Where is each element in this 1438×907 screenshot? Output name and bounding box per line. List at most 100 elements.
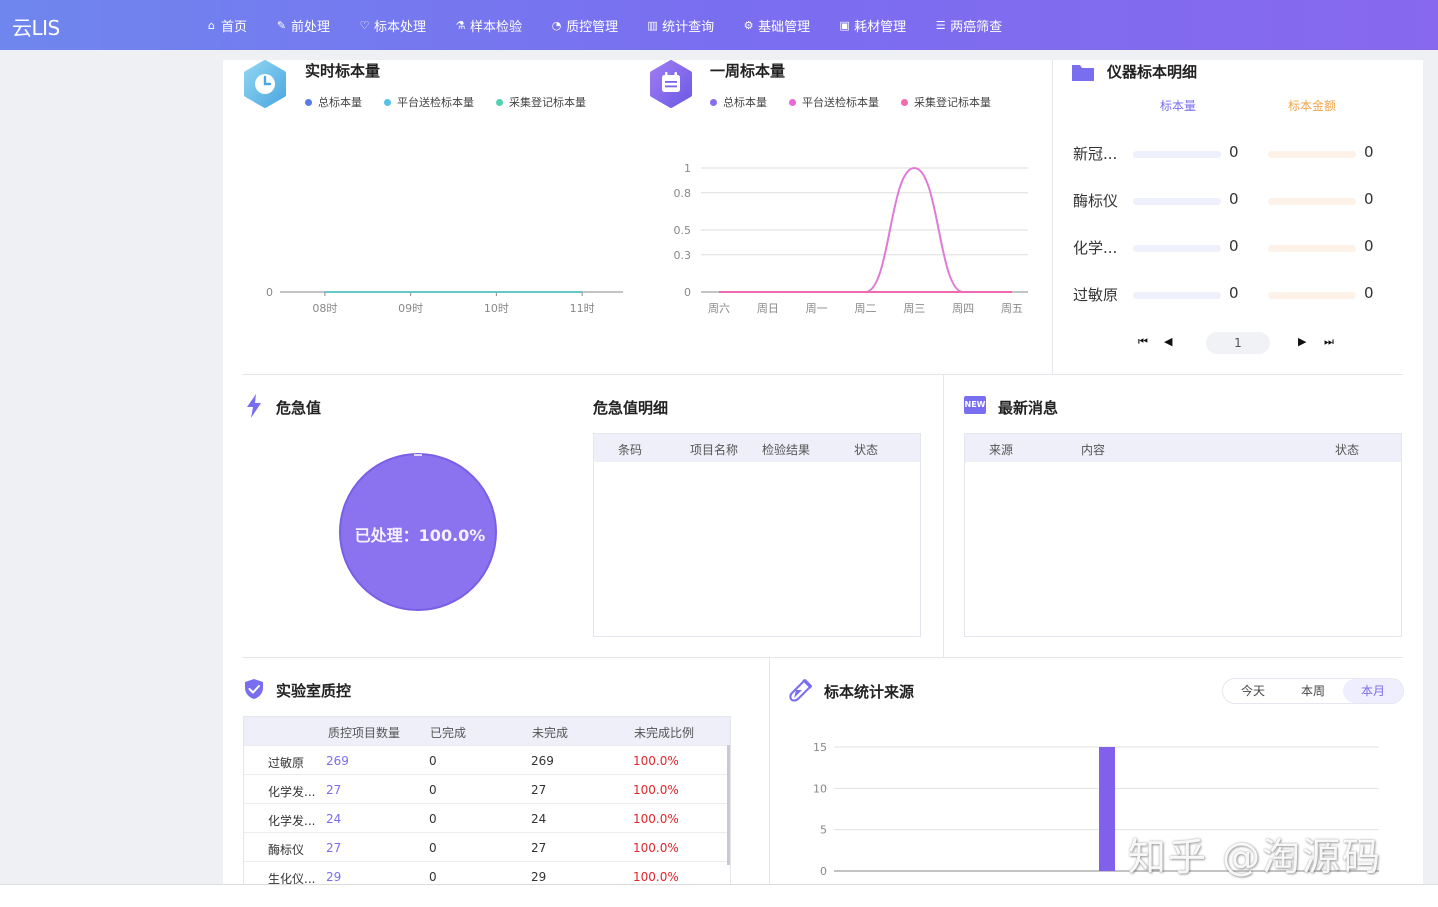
- table-scrollbar[interactable]: [727, 745, 730, 865]
- x-tick-label: 周六: [708, 302, 730, 315]
- nav-item-0[interactable]: ⌂ 首页: [205, 16, 247, 35]
- x-tick-label: 周一: [806, 302, 828, 315]
- legend-item[interactable]: 平台送检标本量: [384, 94, 474, 110]
- wrench-icon: ✎: [276, 18, 287, 32]
- legend-item[interactable]: 采集登记标本量: [496, 94, 586, 110]
- qc-total-link[interactable]: 27: [326, 783, 341, 797]
- tab-month[interactable]: 本月: [1343, 679, 1403, 703]
- stethoscope-icon: ♡: [359, 18, 370, 32]
- instrument-name: 酶标仪: [1073, 192, 1119, 210]
- y-tick-label: 0.3: [674, 249, 692, 262]
- y-tick-label: 0: [684, 286, 691, 299]
- qc-item-name: 酶标仪: [268, 843, 305, 857]
- nav-item-6[interactable]: ⚙ 基础管理: [742, 16, 810, 35]
- y-tick-label: 5: [820, 824, 827, 837]
- legend-dot: [789, 98, 796, 106]
- x-tick-label: 08时: [312, 302, 337, 315]
- table-header: 来源 内容 状态: [965, 434, 1401, 462]
- count-value: 0: [1229, 237, 1239, 255]
- top-nav-bar: 云LIS ⌂ 首页 ✎ 前处理 ♡ 标本处理 ⚗ 样本检验 ◔ 质控管理 ▥ 统计查询 ⚙ 基础管理 ▣ 耗材…: [0, 0, 1438, 50]
- legend-item[interactable]: 采集登记标本量: [901, 94, 991, 110]
- nav-item-2[interactable]: ♡ 标本处理: [358, 16, 426, 35]
- legend-label: 采集登记标本量: [914, 96, 991, 109]
- count-value: 0: [1229, 284, 1239, 302]
- tab-week[interactable]: 本周: [1283, 679, 1343, 703]
- list-icon: ☰: [935, 18, 946, 32]
- legend-item[interactable]: 总标本量: [710, 94, 767, 110]
- weekly-title: 一周标本量: [710, 62, 786, 80]
- realtime-line-chart: 0 08时 09时 10时 11时: [266, 286, 623, 315]
- bar-chart-icon: ▥: [647, 18, 658, 32]
- qc-title: 实验室质控: [276, 682, 352, 700]
- table-header: 质控项目数量 已完成 未完成 未完成比例: [244, 717, 730, 745]
- qc-done: 0: [429, 812, 437, 826]
- y-tick-label: 10: [813, 782, 827, 795]
- app-logo[interactable]: 云LIS: [12, 12, 60, 41]
- tab-today[interactable]: 今天: [1223, 679, 1283, 703]
- legend-label: 总标本量: [318, 96, 362, 109]
- nav-item-label: 标本处理: [374, 19, 427, 35]
- qc-total-link[interactable]: 269: [326, 754, 349, 768]
- qc-item-name: 过敏原: [268, 756, 305, 770]
- shield-check-icon: [245, 679, 263, 699]
- period-tabs: 今天 本周 本月: [1222, 678, 1404, 704]
- legend-item[interactable]: 平台送检标本量: [789, 94, 879, 110]
- x-tick-label: 周五: [1001, 302, 1023, 315]
- table-row[interactable]: 过敏原 269 0 269 100.0%: [244, 745, 730, 774]
- nav-item-8[interactable]: ☰ 两癌筛查: [934, 16, 1002, 35]
- instrument-name: 新冠...: [1073, 145, 1118, 163]
- legend-dot: [710, 98, 717, 106]
- amount-bar: [1268, 151, 1356, 158]
- source-title: 标本统计来源: [824, 683, 915, 701]
- nav-item-4[interactable]: ◔ 质控管理: [550, 16, 618, 35]
- nav-item-1[interactable]: ✎ 前处理: [275, 16, 330, 35]
- dashboard-panel: 实时标本量 总标本量 平台送检标本量 采集登记标本量 0 08时 09时 10时 11时 一…: [223, 60, 1423, 891]
- folder-icon: [1072, 65, 1094, 81]
- x-tick-label: 周四: [952, 302, 974, 315]
- count-value: 0: [1229, 143, 1239, 161]
- legend-dot: [305, 98, 312, 106]
- legend-item[interactable]: 总标本量: [305, 94, 362, 110]
- nav-item-label: 样本检验: [470, 19, 523, 35]
- column-header: 内容: [1081, 443, 1106, 457]
- last-page-icon[interactable]: ⏭: [1324, 335, 1334, 349]
- briefcase-icon: ▣: [839, 18, 850, 32]
- nav-item-3[interactable]: ⚗ 样本检验: [454, 16, 522, 35]
- nav-item-5[interactable]: ▥ 统计查询: [646, 16, 714, 35]
- legend-label: 平台送检标本量: [802, 96, 879, 109]
- x-tick-label: 11时: [570, 302, 595, 315]
- column-header: 未完成: [532, 726, 569, 740]
- table-row[interactable]: 酶标仪 27 0 27 100.0%: [244, 832, 730, 861]
- nav-item-label: 耗材管理: [854, 19, 907, 35]
- qc-item-name: 化学发...: [268, 785, 316, 799]
- next-page-icon[interactable]: ▶: [1298, 335, 1306, 348]
- current-page[interactable]: 1: [1206, 332, 1270, 354]
- amount-bar: [1268, 292, 1356, 299]
- messages-table: 来源 内容 状态: [964, 433, 1402, 637]
- x-tick-label: 周三: [903, 302, 925, 315]
- lightning-icon: [247, 394, 261, 418]
- qc-undone: 29: [531, 870, 547, 884]
- bar[interactable]: [1099, 747, 1115, 871]
- first-page-icon[interactable]: ⏮: [1138, 335, 1148, 349]
- column-header: 检验结果: [762, 443, 811, 457]
- qc-total-link[interactable]: 27: [326, 841, 341, 855]
- column-header: 状态: [854, 443, 879, 457]
- watermark: 知乎 @淘源码: [1128, 835, 1383, 879]
- weekly-line-chart: 0 0.3 0.5 0.8 1 周六 周日 周一 周二 周三 周四 周五: [674, 162, 1028, 315]
- table-row[interactable]: 化学发... 27 0 27 100.0%: [244, 774, 730, 803]
- qc-ratio: 100.0%: [633, 841, 679, 855]
- column-header: 未完成比例: [634, 726, 695, 740]
- prev-page-icon[interactable]: ◀: [1164, 335, 1172, 348]
- column-header: 条码: [618, 443, 643, 457]
- weekly-legend: 总标本量 平台送检标本量 采集登记标本量: [710, 94, 1013, 110]
- nav-item-7[interactable]: ▣ 耗材管理: [838, 16, 906, 35]
- nav-item-label: 两癌筛查: [950, 19, 1003, 35]
- critical-detail-title: 危急值明细: [593, 399, 669, 417]
- table-row[interactable]: 化学发... 24 0 24 100.0%: [244, 803, 730, 832]
- legend-dot: [384, 98, 391, 106]
- qc-done: 0: [429, 870, 437, 884]
- qc-done: 0: [429, 783, 437, 797]
- qc-total-link[interactable]: 24: [326, 812, 341, 826]
- qc-total-link[interactable]: 29: [326, 870, 341, 884]
